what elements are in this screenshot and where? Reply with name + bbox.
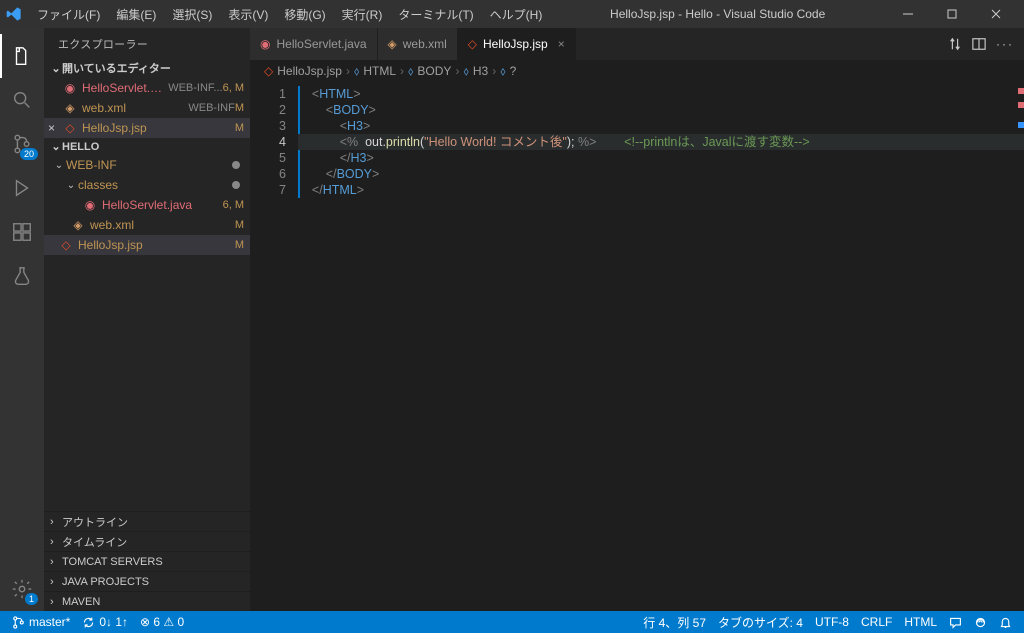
modified-dot-icon	[232, 161, 240, 169]
tag-icon: ⬨	[408, 64, 413, 79]
activity-scm-icon[interactable]: 20	[0, 122, 44, 166]
outline-panel[interactable]: ›アウトライン	[44, 511, 250, 531]
html-file-icon: ◇	[468, 37, 477, 51]
status-feedback-icon[interactable]	[943, 611, 968, 633]
java-file-icon: ◉	[62, 80, 78, 96]
menu-bar: ファイル(F) 編集(E) 選択(S) 表示(V) 移動(G) 実行(R) ター…	[30, 3, 549, 26]
title-bar: ファイル(F) 編集(E) 選択(S) 表示(V) 移動(G) 実行(R) ター…	[0, 0, 1024, 28]
scm-badge: 20	[20, 148, 38, 160]
activity-explorer-icon[interactable]	[0, 34, 44, 78]
status-notifications-icon[interactable]	[993, 611, 1018, 633]
activity-settings-icon[interactable]: 1	[0, 567, 44, 611]
status-encoding[interactable]: UTF-8	[809, 611, 855, 633]
window-title: HelloJsp.jsp - Hello - Visual Studio Cod…	[549, 7, 886, 21]
activity-extensions-icon[interactable]	[0, 210, 44, 254]
folder-node[interactable]: ⌄ WEB-INF	[44, 155, 250, 175]
sidebar-bottom-panels: ›アウトライン ›タイムライン ›TOMCAT SERVERS ›JAVA PR…	[44, 511, 250, 611]
split-editor-icon[interactable]	[972, 37, 986, 51]
menu-go[interactable]: 移動(G)	[277, 3, 332, 26]
status-language[interactable]: HTML	[898, 611, 943, 633]
open-editor-item[interactable]: × ◇ HelloJsp.jsp M	[44, 118, 250, 138]
java-file-icon: ◉	[260, 37, 270, 51]
explorer-sidebar: エクスプローラー ⌄開いているエディター ◉ HelloServlet.java…	[44, 28, 250, 611]
java-file-icon: ◉	[82, 197, 98, 213]
status-tabsize[interactable]: タブのサイズ: 4	[712, 611, 809, 633]
file-tree: ⌄ WEB-INF ⌄ classes ◉ HelloServlet.java …	[44, 155, 250, 511]
window-close[interactable]	[974, 0, 1018, 28]
html-file-icon: ◇	[264, 64, 273, 78]
xml-file-icon: ◈	[62, 100, 78, 116]
open-editor-item[interactable]: ◉ HelloServlet.java WEB-INF... 6, M	[44, 78, 250, 98]
status-eol[interactable]: CRLF	[855, 611, 898, 633]
explorer-title: エクスプローラー	[44, 28, 250, 58]
settings-badge: 1	[25, 593, 38, 605]
tag-icon: ⬨	[354, 64, 359, 79]
menu-view[interactable]: 表示(V)	[221, 3, 275, 26]
file-node[interactable]: ◉ HelloServlet.java 6, M	[44, 195, 250, 215]
maven-panel[interactable]: ›MAVEN	[44, 591, 250, 611]
file-node[interactable]: ◈ web.xml M	[44, 215, 250, 235]
tag-icon: ⬨	[500, 64, 505, 79]
status-problems[interactable]: ⊗ 6 ⚠ 0	[134, 611, 190, 633]
window-maximize[interactable]	[930, 0, 974, 28]
tab-close-icon[interactable]: ×	[558, 37, 565, 51]
timeline-panel[interactable]: ›タイムライン	[44, 531, 250, 551]
html-file-icon: ◇	[62, 120, 78, 136]
menu-terminal[interactable]: ターミナル(T)	[391, 3, 480, 26]
status-live-icon[interactable]	[968, 611, 993, 633]
activity-search-icon[interactable]	[0, 78, 44, 122]
editor-tabs: ◉ HelloServlet.java ◈ web.xml ◇ HelloJsp…	[250, 28, 1024, 60]
close-icon[interactable]: ×	[48, 121, 62, 135]
overview-ruler[interactable]	[1012, 82, 1024, 611]
menu-select[interactable]: 選択(S)	[165, 3, 219, 26]
menu-run[interactable]: 実行(R)	[335, 3, 390, 26]
menu-file[interactable]: ファイル(F)	[30, 3, 107, 26]
tag-icon: ⬨	[463, 64, 468, 79]
window-minimize[interactable]	[886, 0, 930, 28]
modified-dot-icon	[232, 181, 240, 189]
code-editor[interactable]: 123 4567 <HTML> <BODY> <H3> <% out.print…	[250, 82, 1024, 611]
line-numbers: 123 4567	[250, 82, 298, 611]
java-projects-panel[interactable]: ›JAVA PROJECTS	[44, 571, 250, 591]
xml-file-icon: ◈	[388, 37, 397, 51]
file-node[interactable]: ◇ HelloJsp.jsp M	[44, 235, 250, 255]
editor-tab[interactable]: ◇ HelloJsp.jsp ×	[458, 28, 576, 60]
status-bar: master* 0↓ 1↑ ⊗ 6 ⚠ 0 行 4、列 57 タブのサイズ: 4…	[0, 611, 1024, 633]
breadcrumb[interactable]: ◇ HelloJsp.jsp› ⬨ HTML› ⬨ BODY› ⬨ H3› ⬨ …	[250, 60, 1024, 82]
folder-node[interactable]: ⌄ classes	[44, 175, 250, 195]
editor-tab[interactable]: ◉ HelloServlet.java	[250, 28, 378, 60]
status-branch[interactable]: master*	[6, 611, 76, 633]
menu-help[interactable]: ヘルプ(H)	[483, 3, 550, 26]
html-file-icon: ◇	[58, 237, 74, 253]
folder-header[interactable]: ⌄HELLO	[44, 138, 250, 155]
xml-file-icon: ◈	[70, 217, 86, 233]
activity-testing-icon[interactable]	[0, 254, 44, 298]
tomcat-panel[interactable]: ›TOMCAT SERVERS	[44, 551, 250, 571]
activity-run-icon[interactable]	[0, 166, 44, 210]
open-editor-item[interactable]: ◈ web.xml WEB-INF M	[44, 98, 250, 118]
menu-edit[interactable]: 編集(E)	[109, 3, 163, 26]
open-editors-header[interactable]: ⌄開いているエディター	[44, 58, 250, 78]
activity-bar: 20 1	[0, 28, 44, 611]
vscode-logo-icon	[6, 6, 22, 22]
editor-tab[interactable]: ◈ web.xml	[378, 28, 458, 60]
status-cursor[interactable]: 行 4、列 57	[637, 611, 712, 633]
status-sync[interactable]: 0↓ 1↑	[76, 611, 134, 633]
compare-changes-icon[interactable]	[948, 37, 962, 51]
more-actions-icon[interactable]: ···	[996, 37, 1014, 51]
editor-area: ◉ HelloServlet.java ◈ web.xml ◇ HelloJsp…	[250, 28, 1024, 611]
